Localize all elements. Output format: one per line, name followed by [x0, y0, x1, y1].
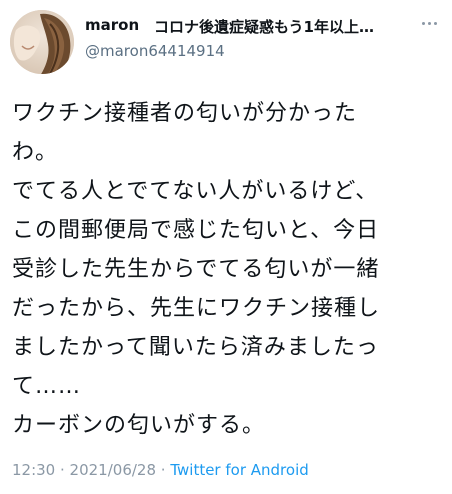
- tweet-time[interactable]: 12:30: [12, 461, 55, 479]
- tweet-meta: 12:30 · 2021/06/28 · Twitter for Android: [12, 461, 309, 479]
- avatar-image: [10, 10, 74, 74]
- display-name[interactable]: maron: [85, 16, 139, 34]
- tweet-card: maron コロナ後遺症疑惑もう1年以上… @maron64414914 ワクチ…: [0, 0, 452, 494]
- profile-title[interactable]: コロナ後遺症疑惑もう1年以上…: [154, 16, 374, 37]
- meta-separator: ·: [156, 461, 171, 479]
- more-horizontal-icon[interactable]: [417, 14, 441, 32]
- avatar[interactable]: [10, 10, 74, 74]
- tweet-date[interactable]: 2021/06/28: [70, 461, 156, 479]
- meta-separator: ·: [55, 461, 70, 479]
- tweet-text: ワクチン接種者の匂いが分かった わ。 でてる人とでてない人がいるけど、 この間郵…: [12, 101, 381, 438]
- tweet-source-link[interactable]: Twitter for Android: [170, 461, 308, 479]
- user-handle[interactable]: @maron64414914: [85, 42, 225, 60]
